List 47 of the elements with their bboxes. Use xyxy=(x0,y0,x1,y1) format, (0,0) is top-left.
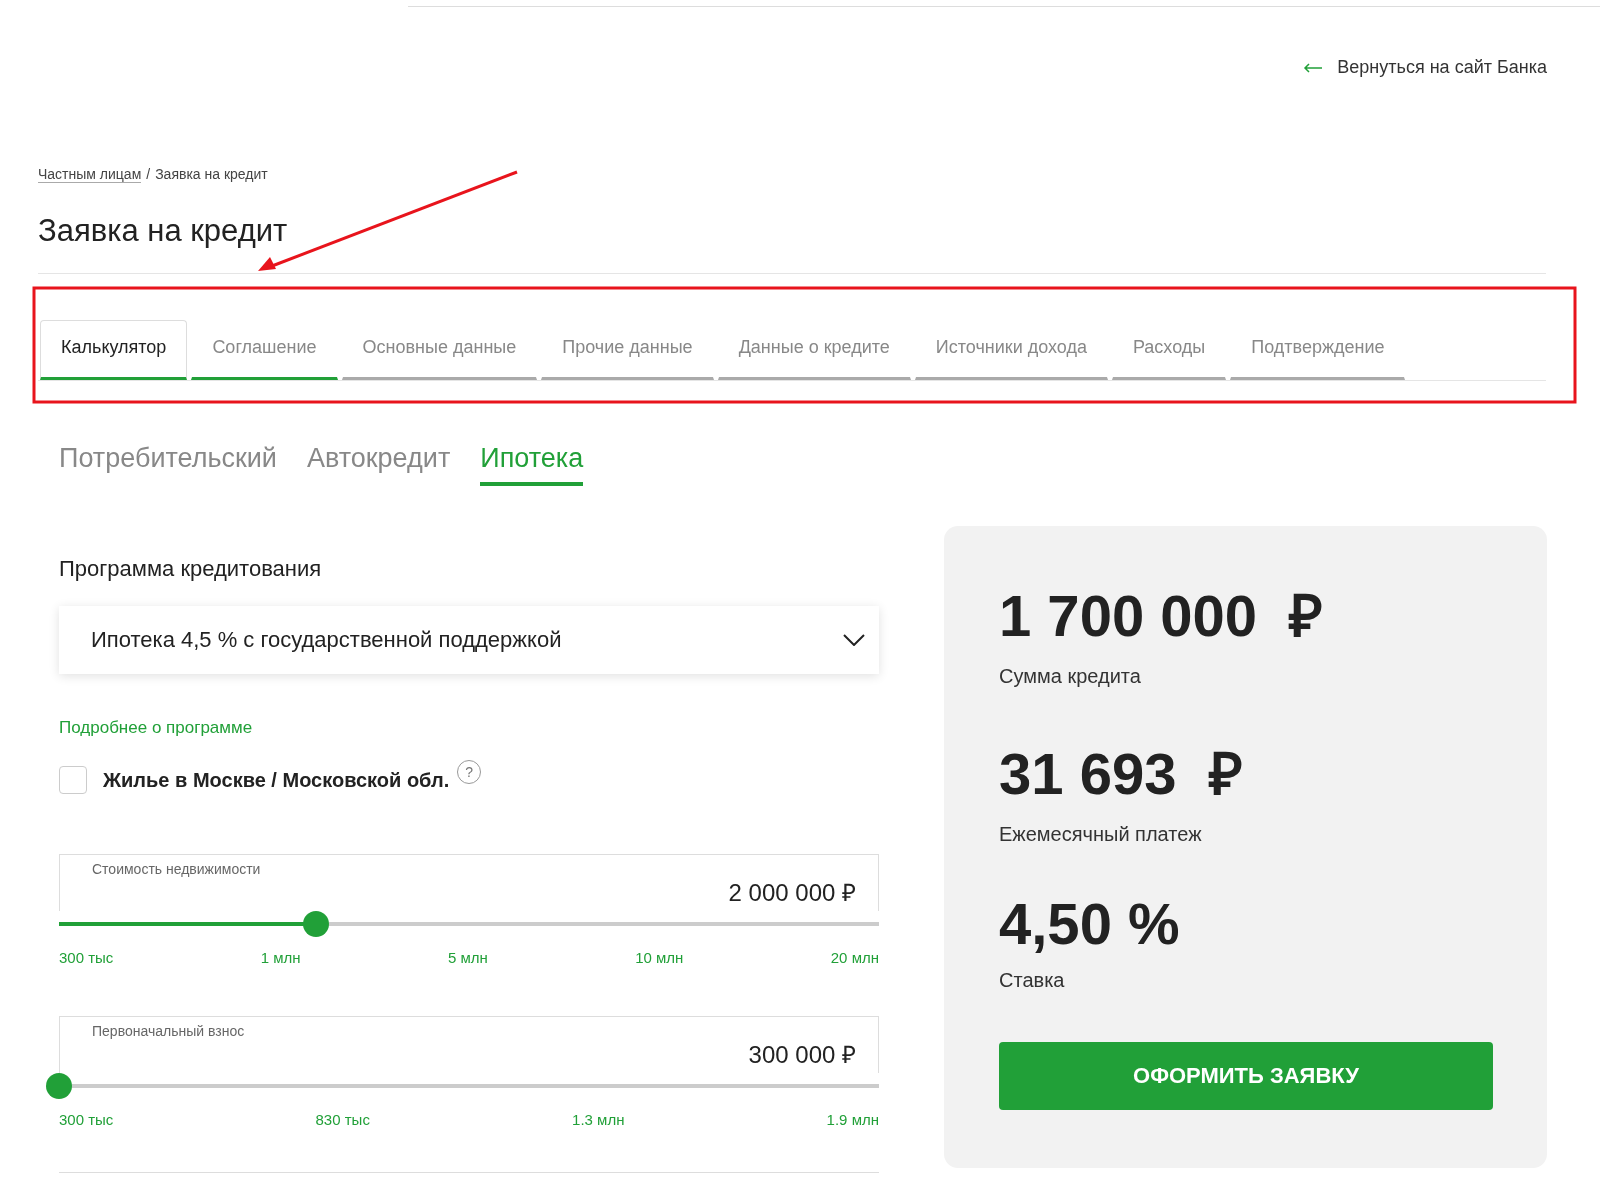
amount-field[interactable]: Первоначальный взнос 300 000 ₽ xyxy=(59,1016,879,1073)
breadcrumb-item: Заявка на кредит xyxy=(155,166,268,183)
slider-thumb[interactable] xyxy=(46,1073,72,1099)
product-tab[interactable]: Ипотека xyxy=(480,443,584,486)
scale-label: 1 млн xyxy=(260,949,301,966)
product-tab[interactable]: Потребительский xyxy=(59,443,277,486)
field-label: Первоначальный взнос xyxy=(92,1023,245,1039)
slider-thumb[interactable] xyxy=(303,911,330,937)
step-tab[interactable]: Источники дохода xyxy=(914,320,1108,380)
summary-value: 4,50 % xyxy=(999,890,1181,957)
step-tab[interactable]: Данные о кредите xyxy=(717,320,911,380)
summary-value: 1 700 000 ₽ xyxy=(999,582,1325,650)
field-value: 2 000 000 ₽ xyxy=(728,878,856,908)
field-value: 300 000 ₽ xyxy=(748,1040,856,1070)
step-tab[interactable]: Расходы xyxy=(1111,320,1227,380)
page-title: Заявка на кредит xyxy=(38,213,289,249)
field-label: Стоимость недвижимости xyxy=(92,861,261,877)
left-arrow-icon xyxy=(1303,62,1324,73)
scale-label: 1.9 млн xyxy=(826,1111,879,1128)
program-details-link[interactable]: Подробнее о программе xyxy=(59,718,253,738)
step-tab[interactable]: Основные данные xyxy=(341,320,538,380)
scale-label: 830 тыс xyxy=(315,1111,370,1128)
scale-label: 5 млн xyxy=(447,949,488,966)
step-tab[interactable]: Прочие данные xyxy=(541,320,714,380)
summary-label: Ежемесячный платеж xyxy=(999,823,1203,846)
step-tab[interactable]: Соглашение xyxy=(191,320,338,380)
submit-button[interactable]: ОФОРМИТЬ ЗАЯВКУ xyxy=(999,1042,1493,1110)
product-tab[interactable]: Автокредит xyxy=(306,443,451,486)
scale-label: 20 млн xyxy=(830,949,879,966)
summary-label: Ставка xyxy=(999,969,1066,992)
chevron-down-icon xyxy=(843,634,865,646)
program-dropdown[interactable]: Ипотека 4,5 % с государственной поддержкой xyxy=(59,606,879,674)
scale-label: 10 млн xyxy=(635,949,684,966)
breadcrumb-separator: / xyxy=(146,166,151,183)
scale-label: 300 тыс xyxy=(59,949,114,966)
checkbox[interactable] xyxy=(59,766,87,794)
breadcrumb-item[interactable]: Частным лицам xyxy=(38,166,142,183)
step-tab[interactable]: Подтверждение xyxy=(1230,320,1406,380)
scale-label: 300 тыс xyxy=(59,1111,114,1128)
amount-field[interactable]: Стоимость недвижимости 2 000 000 ₽ xyxy=(59,854,879,911)
summary-label: Сумма кредита xyxy=(999,665,1142,688)
summary-value: 31 693 ₽ xyxy=(999,740,1244,808)
checkbox-label: Жилье в Москве / Московской обл. xyxy=(103,768,450,792)
scale-label: 1.3 млн xyxy=(572,1111,625,1128)
back-link[interactable]: Вернуться на сайт Банка xyxy=(1303,57,1547,78)
program-label: Программа кредитования xyxy=(59,556,323,582)
step-tab[interactable]: Калькулятор xyxy=(40,320,188,380)
